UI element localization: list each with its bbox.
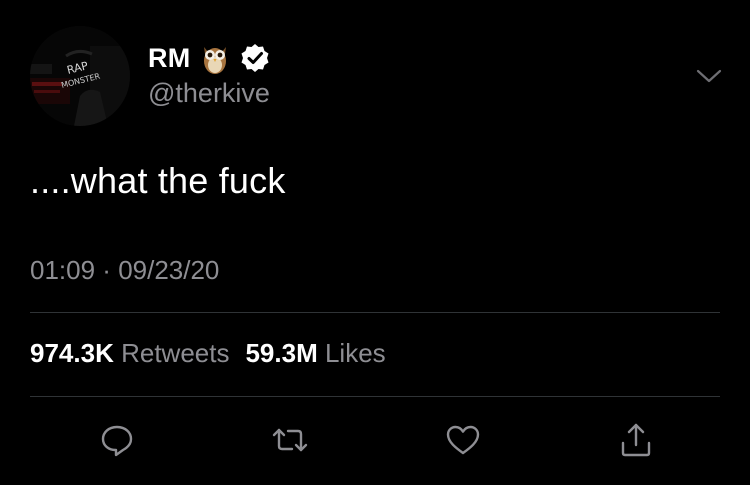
chevron-down-icon[interactable] xyxy=(694,66,724,86)
name-row: RM xyxy=(148,40,270,76)
tweet-date: 09/23/20 xyxy=(118,255,220,285)
avatar[interactable]: RAP MONSTER xyxy=(30,26,130,126)
tweet-timestamp[interactable]: 01:09 · 09/23/20 xyxy=(30,255,219,286)
heart-icon xyxy=(444,422,482,458)
likes-label: Likes xyxy=(324,338,386,368)
share-button[interactable] xyxy=(614,418,658,462)
timestamp-separator: · xyxy=(95,255,119,285)
divider xyxy=(30,396,720,397)
user-handle[interactable]: @therkive xyxy=(148,78,270,109)
tweet-stats: 974.3K Retweets 59.3M Likes xyxy=(30,338,386,369)
share-icon xyxy=(618,421,654,459)
divider xyxy=(30,312,720,313)
reply-button[interactable] xyxy=(95,418,139,462)
tweet-time: 01:09 xyxy=(30,255,96,285)
avatar-image: RAP MONSTER xyxy=(30,26,130,126)
tweet-detail: RAP MONSTER RM @therkive ....what the fu… xyxy=(0,0,750,485)
verified-badge-icon xyxy=(240,43,270,73)
action-bar xyxy=(0,418,750,462)
retweets-count: 974.3K xyxy=(30,338,114,368)
retweet-button[interactable] xyxy=(268,418,312,462)
reply-icon xyxy=(99,422,135,458)
likes-stat[interactable]: 59.3M Likes xyxy=(245,338,385,369)
display-name[interactable]: RM xyxy=(148,43,190,74)
tweet-text: ....what the fuck xyxy=(30,160,286,201)
like-button[interactable] xyxy=(441,418,485,462)
likes-count: 59.3M xyxy=(245,338,318,368)
owl-emoji-icon xyxy=(200,41,230,75)
retweet-icon xyxy=(270,422,310,458)
retweets-stat[interactable]: 974.3K Retweets xyxy=(30,338,229,369)
retweets-label: Retweets xyxy=(121,338,230,368)
